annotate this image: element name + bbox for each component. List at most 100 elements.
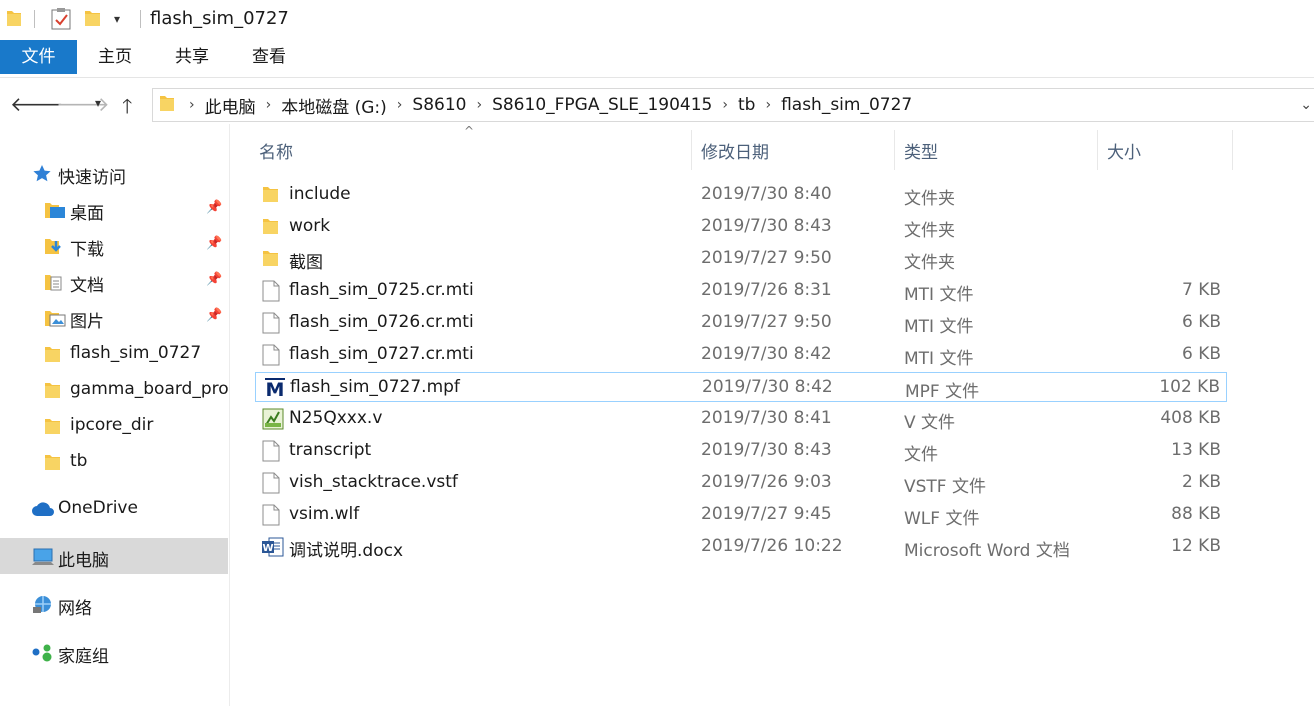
sidebar-item-flash-sim-0727[interactable]: flash_sim_0727 bbox=[0, 335, 228, 371]
file-type: V 文件 bbox=[904, 413, 956, 433]
sidebar-item-label: 快速访问 bbox=[58, 168, 126, 188]
file-size: 13 KB bbox=[1171, 440, 1221, 460]
sidebar-item-documents[interactable]: 文档 📌 bbox=[0, 263, 228, 299]
pin-icon[interactable]: 📌 bbox=[206, 236, 222, 251]
sidebar-item-tb[interactable]: tb bbox=[0, 443, 228, 479]
file-name: work bbox=[289, 216, 331, 236]
table-row[interactable]: vish_stacktrace.vstf 2019/7/26 9:03 VSTF 文… bbox=[255, 468, 1227, 498]
address-dropdown-icon[interactable]: ⌄ bbox=[1300, 97, 1312, 113]
pin-icon[interactable]: 📌 bbox=[206, 308, 222, 323]
sidebar-item-label: 文档 bbox=[70, 276, 104, 296]
tab-share[interactable]: 共享 bbox=[167, 40, 217, 74]
breadcrumb-chevron-icon[interactable]: › bbox=[189, 97, 195, 113]
folder-icon[interactable] bbox=[6, 8, 22, 32]
sidebar-item-label: OneDrive bbox=[58, 498, 138, 518]
table-row[interactable]: M flash_sim_0727.mpf 2019/7/30 8:42 MPF 文件… bbox=[255, 372, 1227, 402]
pin-icon[interactable]: 📌 bbox=[206, 272, 222, 287]
sidebar-item-label: 家庭组 bbox=[58, 647, 109, 667]
table-row[interactable]: flash_sim_0725.cr.mti 2019/7/26 8:31 MTI 文… bbox=[255, 276, 1227, 306]
table-row[interactable]: work 2019/7/30 8:43 文件夹 bbox=[255, 212, 1227, 242]
sidebar-item-pictures[interactable]: 图片 📌 bbox=[0, 299, 228, 335]
file-type: 文件夹 bbox=[904, 221, 955, 241]
column-divider[interactable] bbox=[1232, 130, 1233, 170]
file-icon bbox=[262, 440, 280, 467]
column-header-size[interactable]: 大小 bbox=[1107, 138, 1141, 163]
word-doc-icon: W bbox=[262, 536, 284, 563]
file-icon bbox=[262, 312, 280, 339]
file-size: 408 KB bbox=[1160, 408, 1221, 428]
file-size: 6 KB bbox=[1181, 312, 1221, 332]
file-date: 2019/7/27 9:50 bbox=[701, 312, 832, 332]
table-row[interactable]: N25Qxxx.v 2019/7/30 8:41 V 文件 408 KB bbox=[255, 404, 1227, 434]
svg-text:M: M bbox=[266, 379, 285, 399]
breadcrumb-fpga[interactable]: S8610_FPGA_SLE_190415 bbox=[492, 95, 712, 115]
breadcrumb-tb[interactable]: tb bbox=[738, 95, 755, 115]
breadcrumb-current[interactable]: flash_sim_0727 bbox=[781, 95, 912, 115]
sidebar-item-this-pc[interactable]: 此电脑 bbox=[0, 538, 228, 574]
column-header-name[interactable]: 名称 bbox=[259, 138, 293, 163]
file-name: N25Qxxx.v bbox=[289, 408, 383, 428]
file-date: 2019/7/30 8:43 bbox=[701, 440, 832, 460]
table-row[interactable]: include 2019/7/30 8:40 文件夹 bbox=[255, 180, 1227, 210]
sidebar-item-network[interactable]: 网络 bbox=[0, 586, 228, 622]
file-date: 2019/7/27 9:50 bbox=[701, 248, 832, 268]
sidebar-item-gamma-board[interactable]: gamma_board_pro bbox=[0, 371, 228, 407]
breadcrumb-drive[interactable]: 本地磁盘 (G:) bbox=[281, 93, 387, 118]
file-name: vish_stacktrace.vstf bbox=[289, 472, 458, 492]
column-header-date[interactable]: 修改日期 bbox=[701, 138, 769, 163]
column-divider[interactable] bbox=[691, 130, 692, 170]
star-icon bbox=[32, 164, 52, 187]
file-date: 2019/7/30 8:43 bbox=[701, 216, 832, 236]
documents-folder-icon bbox=[44, 272, 66, 297]
forward-arrow-icon[interactable]: 🡒 bbox=[56, 92, 110, 116]
file-type: MTI 文件 bbox=[904, 285, 974, 305]
address-bar[interactable]: › 此电脑 › 本地磁盘 (G:) › S8610 › S8610_FPGA_S… bbox=[152, 88, 1314, 122]
file-date: 2019/7/26 8:31 bbox=[701, 280, 832, 300]
file-name: flash_sim_0727.cr.mti bbox=[289, 344, 474, 364]
table-row[interactable]: flash_sim_0727.cr.mti 2019/7/30 8:42 MTI 文… bbox=[255, 340, 1227, 370]
breadcrumb-chevron-icon[interactable]: › bbox=[266, 97, 272, 113]
table-row[interactable]: flash_sim_0726.cr.mti 2019/7/27 9:50 MTI 文… bbox=[255, 308, 1227, 338]
tab-view[interactable]: 查看 bbox=[244, 40, 294, 74]
table-row[interactable]: vsim.wlf 2019/7/27 9:45 WLF 文件 88 KB bbox=[255, 500, 1227, 530]
pin-icon[interactable]: 📌 bbox=[206, 200, 222, 215]
breadcrumb-chevron-icon[interactable]: › bbox=[722, 97, 728, 113]
recent-locations-chevron-icon[interactable]: ▾ bbox=[95, 96, 101, 110]
file-name: flash_sim_0725.cr.mti bbox=[289, 280, 474, 300]
breadcrumb-s8610[interactable]: S8610 bbox=[412, 95, 466, 115]
column-divider[interactable] bbox=[1097, 130, 1098, 170]
sidebar-item-downloads[interactable]: 下载 📌 bbox=[0, 227, 228, 263]
sort-ascending-icon: ^ bbox=[464, 124, 475, 138]
properties-icon[interactable] bbox=[51, 8, 71, 34]
new-folder-icon[interactable] bbox=[84, 8, 102, 32]
verilog-file-icon bbox=[262, 408, 284, 435]
sidebar-item-label: 网络 bbox=[58, 599, 92, 619]
sidebar-item-onedrive[interactable]: OneDrive bbox=[0, 490, 228, 526]
file-icon bbox=[262, 472, 280, 499]
breadcrumb-chevron-icon[interactable]: › bbox=[397, 97, 403, 113]
folder-icon bbox=[159, 93, 175, 118]
pictures-folder-icon bbox=[44, 308, 66, 333]
customize-dropdown-icon[interactable]: ▾ bbox=[114, 12, 120, 26]
table-row[interactable]: 截图 2019/7/27 9:50 文件夹 bbox=[255, 244, 1227, 274]
breadcrumb-chevron-icon[interactable]: › bbox=[476, 97, 482, 113]
table-row[interactable]: W 调试说明.docx 2019/7/26 10:22 Microsoft Word… bbox=[255, 532, 1227, 562]
file-size: 88 KB bbox=[1171, 504, 1221, 524]
file-date: 2019/7/27 9:45 bbox=[701, 504, 832, 524]
tab-home[interactable]: 主页 bbox=[90, 40, 140, 74]
breadcrumb-this-pc[interactable]: 此电脑 bbox=[205, 93, 256, 118]
sidebar-item-ipcore-dir[interactable]: ipcore_dir bbox=[0, 407, 228, 443]
column-header-type[interactable]: 类型 bbox=[904, 138, 938, 163]
sidebar-item-homegroup[interactable]: 家庭组 bbox=[0, 634, 228, 670]
file-date: 2019/7/30 8:40 bbox=[701, 184, 832, 204]
folder-icon bbox=[262, 216, 280, 241]
breadcrumb-chevron-icon[interactable]: › bbox=[765, 97, 771, 113]
column-divider[interactable] bbox=[894, 130, 895, 170]
sidebar-item-desktop[interactable]: 桌面 📌 bbox=[0, 191, 228, 227]
sidebar-item-quick-access[interactable]: 快速访问 bbox=[0, 155, 228, 191]
file-size: 2 KB bbox=[1181, 472, 1221, 492]
up-arrow-icon[interactable]: 🡑 bbox=[122, 92, 132, 126]
tab-file[interactable]: 文件 bbox=[0, 40, 77, 74]
folder-icon bbox=[44, 380, 62, 405]
table-row[interactable]: transcript 2019/7/30 8:43 文件 13 KB bbox=[255, 436, 1227, 466]
